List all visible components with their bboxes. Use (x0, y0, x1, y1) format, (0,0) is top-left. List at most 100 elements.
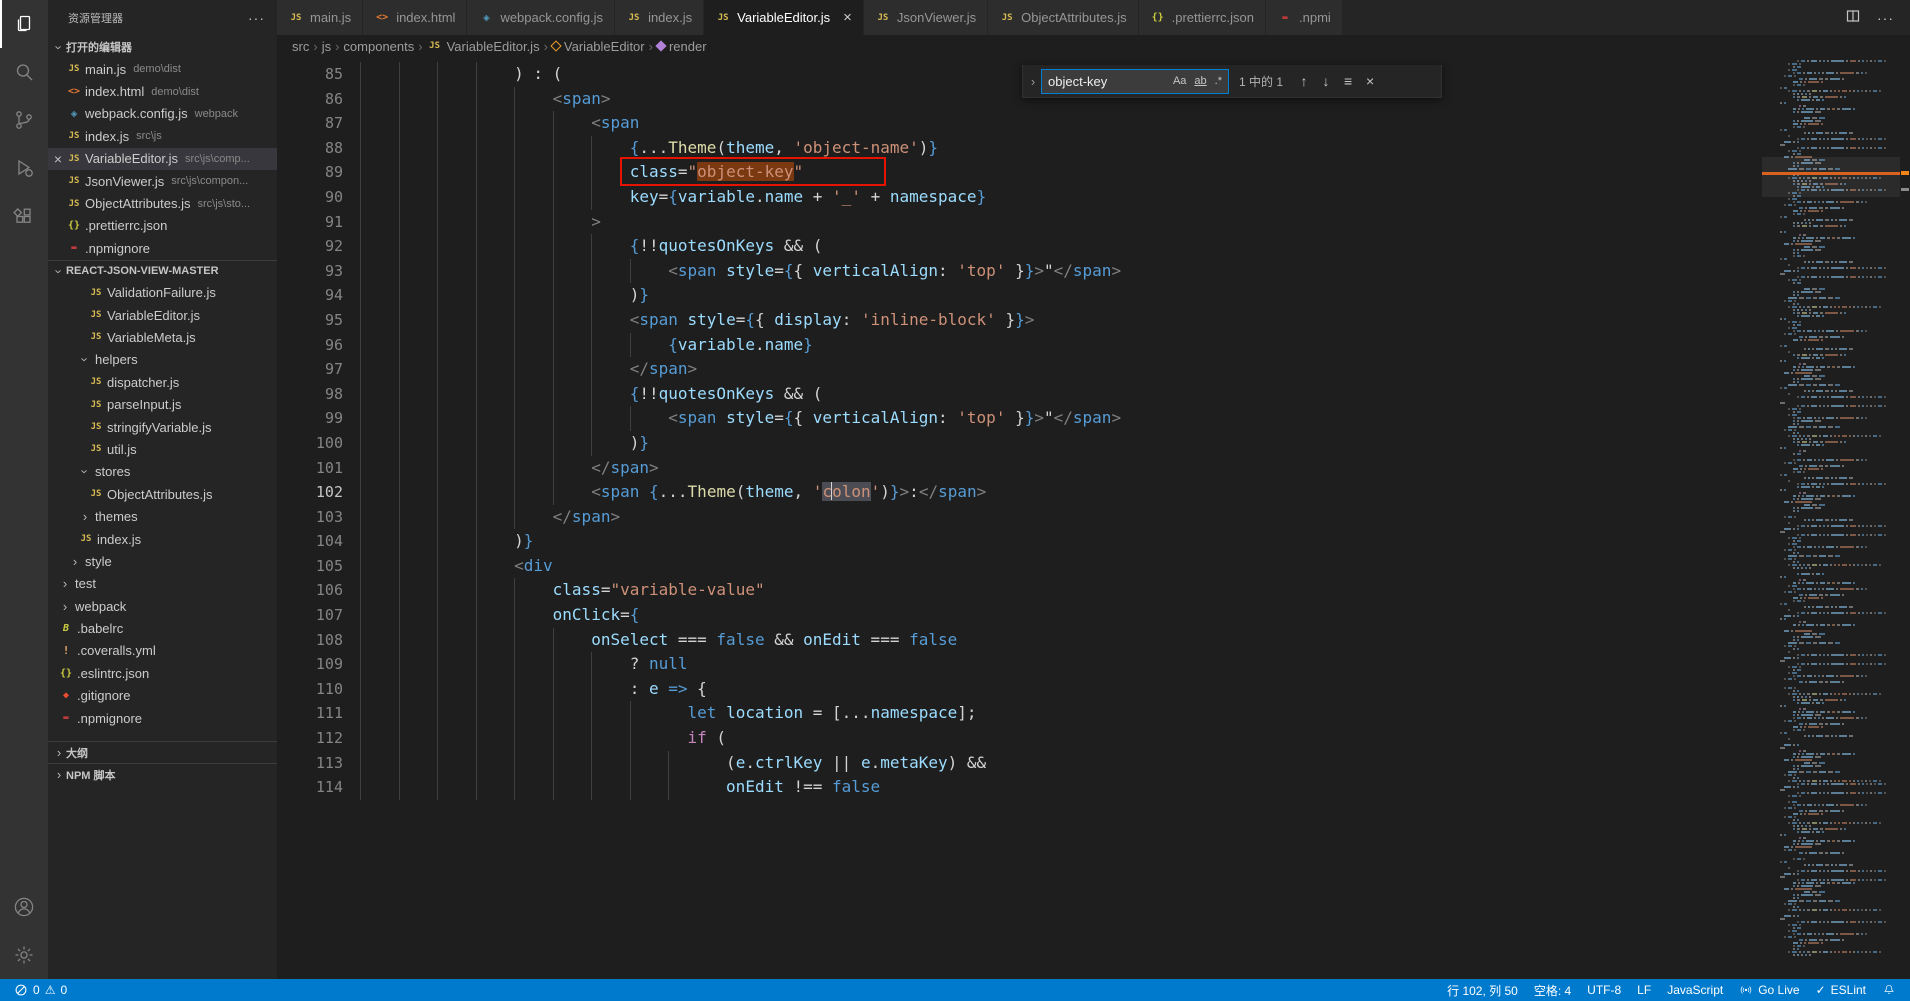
activity-account-icon[interactable] (0, 883, 48, 931)
code-line[interactable]: 97 </span> (277, 357, 1750, 382)
code-line[interactable]: 94)} (277, 283, 1750, 308)
open-editor-item[interactable]: {} .prettierrc.json (48, 215, 277, 237)
line-number[interactable]: 89 (277, 160, 343, 185)
tree-item[interactable]: ◆ .gitignore (48, 685, 277, 707)
activity-settings-icon[interactable] (0, 931, 48, 979)
line-number[interactable]: 97 (277, 357, 343, 382)
code-line[interactable]: 101 </span> (277, 456, 1750, 481)
tree-item[interactable]: ▬ .npmignore (48, 707, 277, 729)
find-in-selection-icon[interactable]: ≡ (1337, 70, 1359, 92)
tree-item[interactable]: JS parseInput.js (48, 393, 277, 415)
code-line[interactable]: 113 (e.ctrlKey || e.metaKey) && (277, 751, 1750, 776)
line-number[interactable]: 107 (277, 603, 343, 628)
line-number[interactable]: 114 (277, 775, 343, 800)
indentation-setting[interactable]: 空格: 4 (1526, 979, 1579, 1001)
code-line[interactable]: 95 <span style={{ display: 'inline-block'… (277, 308, 1750, 333)
encoding-setting[interactable]: UTF-8 (1579, 979, 1629, 1001)
line-number[interactable]: 105 (277, 554, 343, 579)
line-number[interactable]: 100 (277, 431, 343, 456)
line-number[interactable]: 111 (277, 701, 343, 726)
open-editor-item[interactable]: ▬ .npmignore (48, 237, 277, 259)
line-number[interactable]: 93 (277, 259, 343, 284)
editor-tab[interactable]: JS index.js (615, 0, 705, 35)
tree-item[interactable]: › helpers (48, 349, 277, 371)
line-number[interactable]: 95 (277, 308, 343, 333)
editor-tab[interactable]: <> index.html (363, 0, 468, 35)
line-number[interactable]: 106 (277, 578, 343, 603)
activity-run-debug-icon[interactable] (0, 144, 48, 192)
tree-item[interactable]: JS VariableMeta.js (48, 326, 277, 348)
tree-item[interactable]: JS ObjectAttributes.js (48, 483, 277, 505)
code-line[interactable]: 114 onEdit !== false (277, 775, 1750, 800)
regex-icon[interactable]: .* (1212, 73, 1225, 89)
line-number[interactable]: 85 (277, 62, 343, 87)
code-line[interactable]: 110: e => { (277, 677, 1750, 702)
breadcrumb-item[interactable]: JS VariableEditor.js (427, 39, 539, 54)
next-match-icon[interactable]: ↓ (1315, 70, 1337, 92)
tree-item[interactable]: › style (48, 550, 277, 572)
line-number[interactable]: 104 (277, 529, 343, 554)
breadcrumb-item[interactable]: components (343, 39, 414, 54)
code-line[interactable]: 100)} (277, 431, 1750, 456)
code-line[interactable]: 92 {!!quotesOnKeys && ( (277, 234, 1750, 259)
code-line[interactable]: 87 <span (277, 111, 1750, 136)
editor-tab[interactable]: ◈ webpack.config.js (467, 0, 616, 35)
open-editor-item[interactable]: × JS VariableEditor.js src\js\comp... (48, 147, 277, 170)
toggle-replace-chevron-icon[interactable]: › (1025, 74, 1041, 89)
code-line[interactable]: 88 {...Theme(theme, 'object-name')} (277, 136, 1750, 161)
tree-item[interactable]: › webpack (48, 595, 277, 617)
line-number[interactable]: 99 (277, 406, 343, 431)
line-number[interactable]: 96 (277, 333, 343, 358)
line-number[interactable]: 90 (277, 185, 343, 210)
tree-item[interactable]: B .babelrc (48, 617, 277, 639)
line-number[interactable]: 86 (277, 87, 343, 112)
code-line[interactable]: 91 > (277, 210, 1750, 235)
editor-tab[interactable]: JS ObjectAttributes.js (988, 0, 1139, 35)
code-line[interactable]: 104)} (277, 529, 1750, 554)
open-editor-item[interactable]: JS main.js demo\dist (48, 58, 277, 80)
minimap[interactable] (1762, 57, 1900, 979)
close-icon[interactable]: × (1359, 70, 1381, 92)
tree-item[interactable]: › stores (48, 461, 277, 483)
project-section-header[interactable]: › REACT-JSON-VIEW-MASTER (48, 259, 277, 282)
tree-item[interactable]: JS stringifyVariable.js (48, 416, 277, 438)
line-number[interactable]: 87 (277, 111, 343, 136)
code-line[interactable]: 112 if ( (277, 726, 1750, 751)
code-line[interactable]: 93 <span style={{ verticalAlign: 'top' }}… (277, 259, 1750, 284)
tree-item[interactable]: JS dispatcher.js (48, 371, 277, 393)
activity-files-icon[interactable] (0, 0, 48, 48)
more-actions-icon[interactable]: ··· (248, 10, 265, 26)
line-number[interactable]: 113 (277, 751, 343, 776)
code-line[interactable]: 102 <span {...Theme(theme, 'colon')}>:</s… (277, 480, 1750, 505)
editor-tab[interactable]: JS JsonViewer.js (863, 0, 989, 35)
line-number[interactable]: 108 (277, 628, 343, 653)
line-number[interactable]: 102 (277, 480, 343, 505)
split-editor-icon[interactable] (1845, 8, 1861, 27)
more-actions-icon[interactable]: ··· (1877, 10, 1894, 26)
minimap-slider[interactable] (1762, 157, 1900, 197)
tree-item[interactable]: › themes (48, 505, 277, 527)
previous-match-icon[interactable]: ↑ (1293, 70, 1315, 92)
breadcrumb-item[interactable]: js (322, 39, 331, 54)
tree-item[interactable]: JS ValidationFailure.js (48, 282, 277, 304)
code-line[interactable]: 103 </span> (277, 505, 1750, 530)
code-line[interactable]: 96 {variable.name} (277, 333, 1750, 358)
whole-word-icon[interactable]: ab (1191, 73, 1209, 89)
line-number[interactable]: 112 (277, 726, 343, 751)
line-number[interactable]: 101 (277, 456, 343, 481)
code-line[interactable]: 107 onClick={ (277, 603, 1750, 628)
breadcrumb-item[interactable]: render (655, 39, 707, 54)
line-number[interactable]: 92 (277, 234, 343, 259)
open-editor-item[interactable]: JS ObjectAttributes.js src\js\sto... (48, 192, 277, 214)
line-number[interactable]: 94 (277, 283, 343, 308)
outline-section-header[interactable]: › 大纲 (48, 741, 277, 763)
line-number[interactable]: 103 (277, 505, 343, 530)
activity-source-control-icon[interactable] (0, 96, 48, 144)
open-editors-header[interactable]: › 打开的编辑器 (48, 36, 277, 58)
close-icon[interactable]: × (50, 151, 66, 167)
tree-item[interactable]: › test (48, 573, 277, 595)
code-line[interactable]: 99 <span style={{ verticalAlign: 'top' }}… (277, 406, 1750, 431)
match-case-icon[interactable]: Aa (1170, 73, 1189, 89)
code-line[interactable]: 108 onSelect === false && onEdit === fals… (277, 628, 1750, 653)
code-line[interactable]: 86 <span> (277, 87, 1750, 112)
